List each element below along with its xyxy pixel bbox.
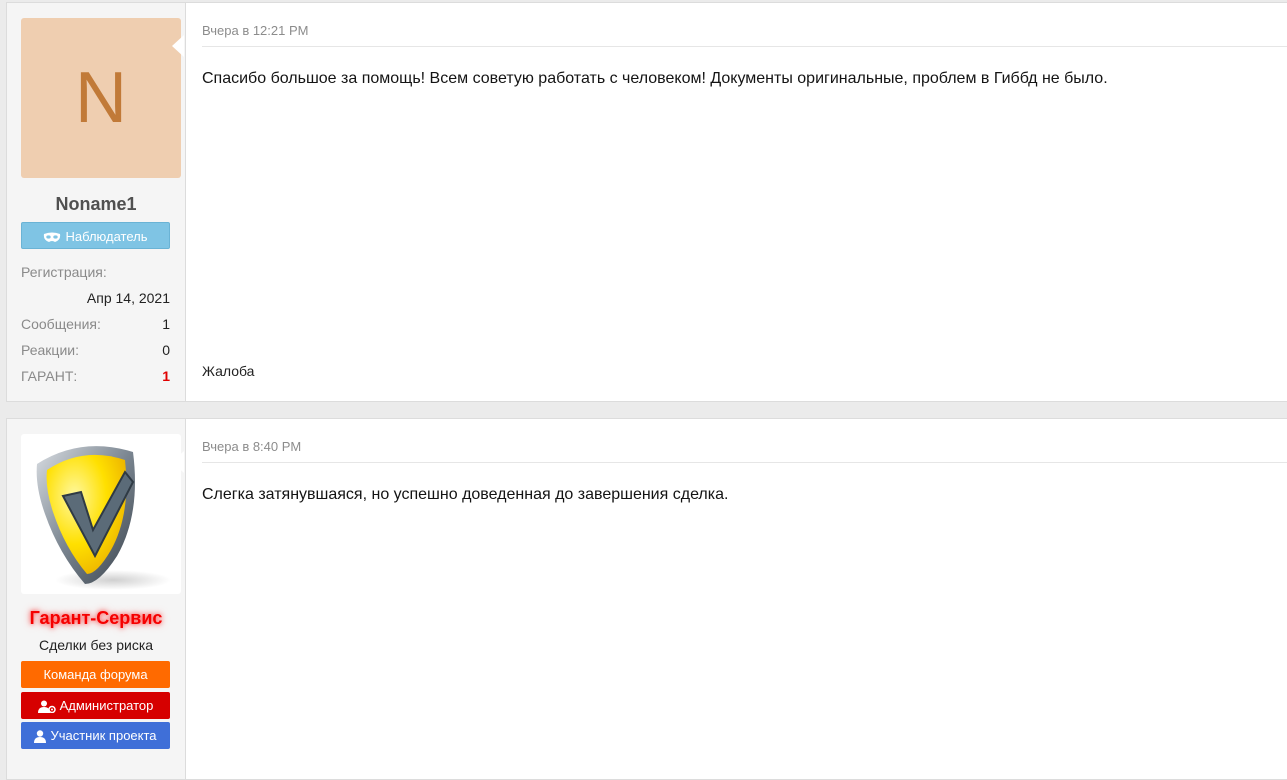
stat-label: Сообщения: (21, 316, 101, 332)
stat-reactions: Реакции: 0 (21, 342, 170, 358)
post-message: Слегка затянувшаяся, но успешно доведенн… (202, 486, 729, 503)
post-timestamp[interactable]: Вчера в 12:21 PM (202, 23, 308, 38)
post: Гарант-Сервис Сделки без риска Команда ф… (6, 418, 1287, 780)
user-banner-team: Команда форума (21, 661, 170, 688)
user-banner-admin: Администратор (21, 692, 170, 719)
avatar[interactable] (21, 434, 181, 594)
stat-label: Реакции: (21, 342, 79, 358)
speech-arrow (172, 35, 184, 57)
banner-label: Команда форума (43, 667, 148, 682)
report-link[interactable]: Жалоба (202, 363, 254, 379)
post-message: Спасибо большое за помощь! Всем советую … (202, 70, 1108, 87)
username[interactable]: Гарант-Сервис (7, 608, 185, 629)
banner-label: Наблюдатель (65, 229, 148, 244)
stat-registration-label-row: Регистрация: (21, 264, 170, 280)
username[interactable]: Noname1 (7, 194, 185, 215)
stat-value: 1 (162, 368, 170, 384)
stat-label: ГАРАНТ: (21, 368, 78, 384)
user-banner-observer: Наблюдатель (21, 222, 170, 249)
stat-value[interactable]: 1 (162, 316, 170, 332)
banner-label: Администратор (59, 698, 154, 713)
post-user-sidebar: Гарант-Сервис Сделки без риска Команда ф… (7, 419, 186, 779)
stat-guarant: ГАРАНТ: 1 (21, 368, 170, 384)
divider (202, 46, 1287, 47)
banner-label: Участник проекта (50, 728, 157, 743)
stat-value: 0 (162, 342, 170, 358)
speech-arrow (172, 451, 184, 473)
post-timestamp[interactable]: Вчера в 8:40 PM (202, 439, 301, 454)
shield-check-icon (36, 446, 171, 590)
user-title: Сделки без риска (38, 637, 154, 653)
stat-registration-value: Апр 14, 2021 (86, 290, 170, 306)
avatar[interactable]: N (21, 18, 181, 178)
stat-messages: Сообщения: 1 (21, 316, 170, 332)
post: N Noname1 Наблюдатель Регистрация: Апр 1… (6, 2, 1287, 402)
stat-label: Регистрация: (21, 264, 107, 280)
admin-user-icon (37, 700, 56, 714)
post-content: Вчера в 8:40 PM Слегка затянувшаяся, но … (186, 419, 1287, 779)
post-content: Вчера в 12:21 PM Спасибо большое за помо… (186, 3, 1287, 401)
post-user-sidebar: N Noname1 Наблюдатель Регистрация: Апр 1… (7, 3, 186, 401)
user-banner-member: Участник проекта (21, 722, 170, 749)
user-icon (34, 730, 47, 743)
divider (202, 462, 1287, 463)
mask-icon (44, 232, 61, 242)
